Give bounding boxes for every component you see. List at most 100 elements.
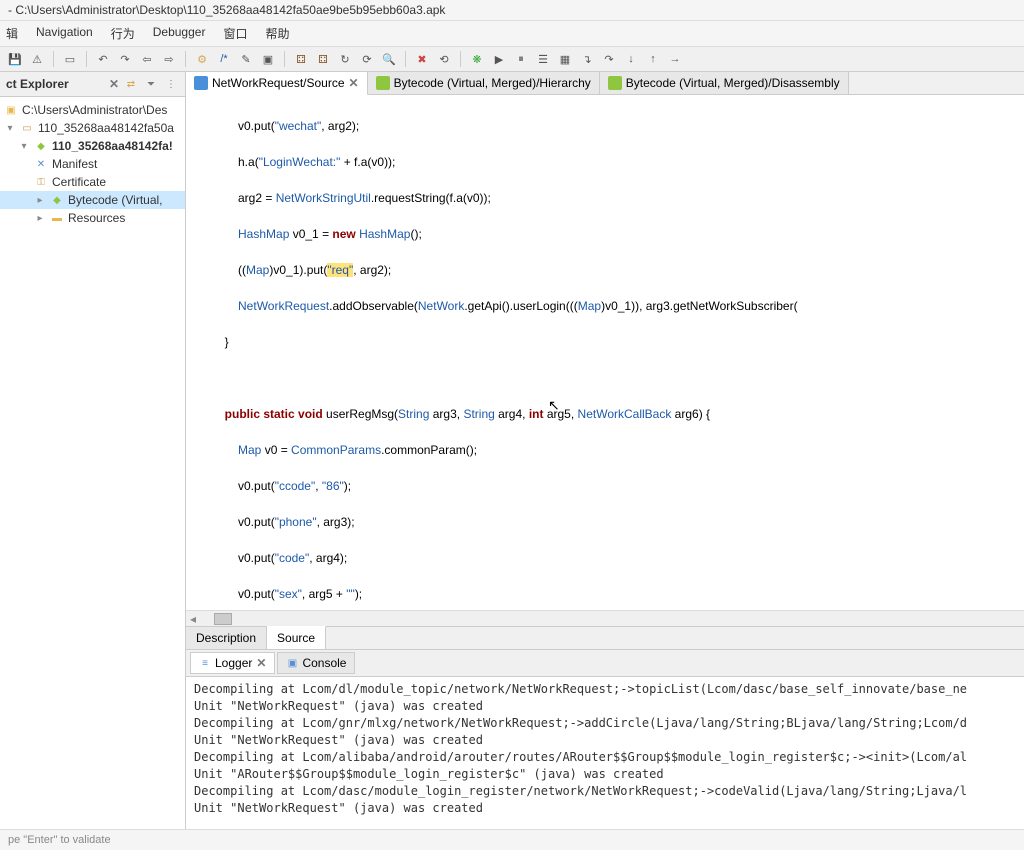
tree-bytecode[interactable]: ▸ ◆ Bytecode (Virtual, (0, 191, 185, 209)
tree-root[interactable]: ▣ C:\Users\Administrator\Des (0, 101, 185, 119)
tab-label: Console (302, 656, 346, 670)
window-title: - C:\Users\Administrator\Desktop\110_352… (0, 0, 1024, 21)
folder-icon: ▬ (50, 211, 64, 225)
xml-icon: ✕ (34, 157, 48, 171)
logger-icon: ≡ (199, 657, 211, 669)
tab-label: NetWorkRequest/Source (212, 76, 345, 90)
menu-edit[interactable]: 辑 (6, 25, 18, 42)
gears-icon[interactable]: ⚙ (193, 50, 211, 68)
android-icon: ◆ (50, 193, 64, 207)
close-icon[interactable]: ✕ (109, 77, 119, 91)
tab-label: Bytecode (Virtual, Merged)/Disassembly (626, 76, 840, 90)
console-tab[interactable]: ▣ Console (277, 652, 355, 674)
expand-icon[interactable]: ▸ (34, 213, 46, 224)
box-icon[interactable]: ▣ (259, 50, 277, 68)
java-icon (194, 76, 208, 90)
code-content: v0.put("wechat", arg2); h.a("LoginWechat… (186, 95, 1024, 610)
edit-icon[interactable]: ✎ (237, 50, 255, 68)
grid-icon[interactable]: ▦ (556, 50, 574, 68)
collapse-icon[interactable]: ▾ (4, 123, 16, 134)
logger-output[interactable]: Decompiling at Lcom/dl/module_topic/netw… (186, 677, 1024, 829)
package-icon: ▭ (20, 121, 34, 135)
logger-tab[interactable]: ≡ Logger ✕ (190, 652, 275, 674)
close-icon[interactable]: ✕ (256, 656, 266, 670)
back-icon[interactable]: ⇦ (138, 50, 156, 68)
sync-icon[interactable]: ⟳ (358, 50, 376, 68)
scroll-left-icon[interactable]: ◂ (186, 612, 200, 626)
code-editor[interactable]: v0.put("wechat", arg2); h.a("LoginWechat… (186, 95, 1024, 610)
tree-resources[interactable]: ▸ ▬ Resources (0, 209, 185, 227)
tree-certificate[interactable]: ⚿ Certificate (0, 173, 185, 191)
hierarchy2-icon[interactable]: ⚃ (314, 50, 332, 68)
tree-label: 110_35268aa48142fa50a (38, 121, 174, 135)
separator (53, 51, 54, 67)
scrollbar-thumb[interactable] (214, 613, 232, 625)
forward-icon[interactable]: ⇨ (160, 50, 178, 68)
step-out-icon[interactable]: ↑ (644, 50, 662, 68)
continue-icon[interactable]: → (666, 50, 684, 68)
expand-icon[interactable]: ▸ (34, 195, 46, 206)
filter-icon[interactable]: ⏷ (143, 76, 159, 92)
editor-bottom-tabs: Description Source (186, 626, 1024, 649)
cancel-icon[interactable]: ✖ (413, 50, 431, 68)
menu-navigation[interactable]: Navigation (36, 25, 93, 42)
refresh2-icon[interactable]: ⟲ (435, 50, 453, 68)
tab-description[interactable]: Description (186, 627, 267, 649)
tree-apk-inner[interactable]: ▾ ◆ 110_35268aa48142fa! (0, 137, 185, 155)
new-window-icon[interactable]: ▭ (61, 50, 79, 68)
tab-label: Bytecode (Virtual, Merged)/Hierarchy (394, 76, 591, 90)
content-area: NetWorkRequest/Source ✕ Bytecode (Virtua… (186, 72, 1024, 829)
play-icon[interactable]: ▶ (490, 50, 508, 68)
tree-label: C:\Users\Administrator\Des (22, 103, 167, 117)
editor-hscrollbar[interactable]: ◂ (186, 610, 1024, 626)
android-icon (376, 76, 390, 90)
step-over-icon[interactable]: ↷ (600, 50, 618, 68)
hierarchy-icon[interactable]: ⚃ (292, 50, 310, 68)
comment-icon[interactable]: /* (215, 50, 233, 68)
menu-debugger[interactable]: Debugger (153, 25, 206, 42)
explorer-tab-header: ct Explorer ✕ ⇄ ⏷ ⋮ (0, 72, 185, 97)
step-into-icon[interactable]: ↓ (622, 50, 640, 68)
logger-pane: ≡ Logger ✕ ▣ Console Decompiling at Lcom… (186, 649, 1024, 829)
menu-behavior[interactable]: 行为 (111, 25, 135, 42)
link-icon[interactable]: ⇄ (123, 76, 139, 92)
main-toolbar: 💾 ⚠ ▭ ↶ ↷ ⇦ ⇨ ⚙ /* ✎ ▣ ⚃ ⚃ ↻ ⟳ 🔍 ✖ ⟲ ❋ ▶… (0, 47, 1024, 72)
menu-window[interactable]: 窗口 (223, 25, 247, 42)
folder-icon: ▣ (4, 103, 18, 117)
save-icon[interactable]: 💾 (6, 50, 24, 68)
android-icon (608, 76, 622, 90)
android-icon: ◆ (34, 139, 48, 153)
search-icon[interactable]: 🔍 (380, 50, 398, 68)
warning-icon[interactable]: ⚠ (28, 50, 46, 68)
tab-source-bottom[interactable]: Source (267, 626, 326, 649)
menu-icon[interactable]: ⋮ (163, 76, 179, 92)
separator (86, 51, 87, 67)
close-icon[interactable]: ✕ (349, 76, 359, 90)
undo-icon[interactable]: ↶ (94, 50, 112, 68)
separator (185, 51, 186, 67)
tab-label: Logger (215, 656, 252, 670)
tree-manifest[interactable]: ✕ Manifest (0, 155, 185, 173)
menu-help[interactable]: 帮助 (265, 25, 289, 42)
explorer-title: ct Explorer (6, 77, 105, 91)
pause-icon[interactable]: ⏸ (512, 50, 530, 68)
tree-label: Certificate (52, 175, 106, 189)
status-bar: pe "Enter" to validate (0, 829, 1024, 850)
separator (460, 51, 461, 67)
tab-hierarchy[interactable]: Bytecode (Virtual, Merged)/Hierarchy (368, 72, 600, 94)
tree-apk-row[interactable]: ▾ ▭ 110_35268aa48142fa50a (0, 119, 185, 137)
editor-tabs: NetWorkRequest/Source ✕ Bytecode (Virtua… (186, 72, 1024, 95)
tab-source[interactable]: NetWorkRequest/Source ✕ (186, 72, 368, 95)
debug-icon[interactable]: ❋ (468, 50, 486, 68)
menu-bar: 辑 Navigation 行为 Debugger 窗口 帮助 (0, 21, 1024, 47)
main-area: ct Explorer ✕ ⇄ ⏷ ⋮ ▣ C:\Users\Administr… (0, 72, 1024, 829)
redo-icon[interactable]: ↷ (116, 50, 134, 68)
console-icon: ▣ (286, 657, 298, 669)
refresh-icon[interactable]: ↻ (336, 50, 354, 68)
collapse-icon[interactable]: ▾ (18, 141, 30, 152)
step-icon[interactable]: ↴ (578, 50, 596, 68)
project-explorer: ct Explorer ✕ ⇄ ⏷ ⋮ ▣ C:\Users\Administr… (0, 72, 186, 829)
tab-disassembly[interactable]: Bytecode (Virtual, Merged)/Disassembly (600, 72, 849, 94)
list-icon[interactable]: ☰ (534, 50, 552, 68)
separator (405, 51, 406, 67)
